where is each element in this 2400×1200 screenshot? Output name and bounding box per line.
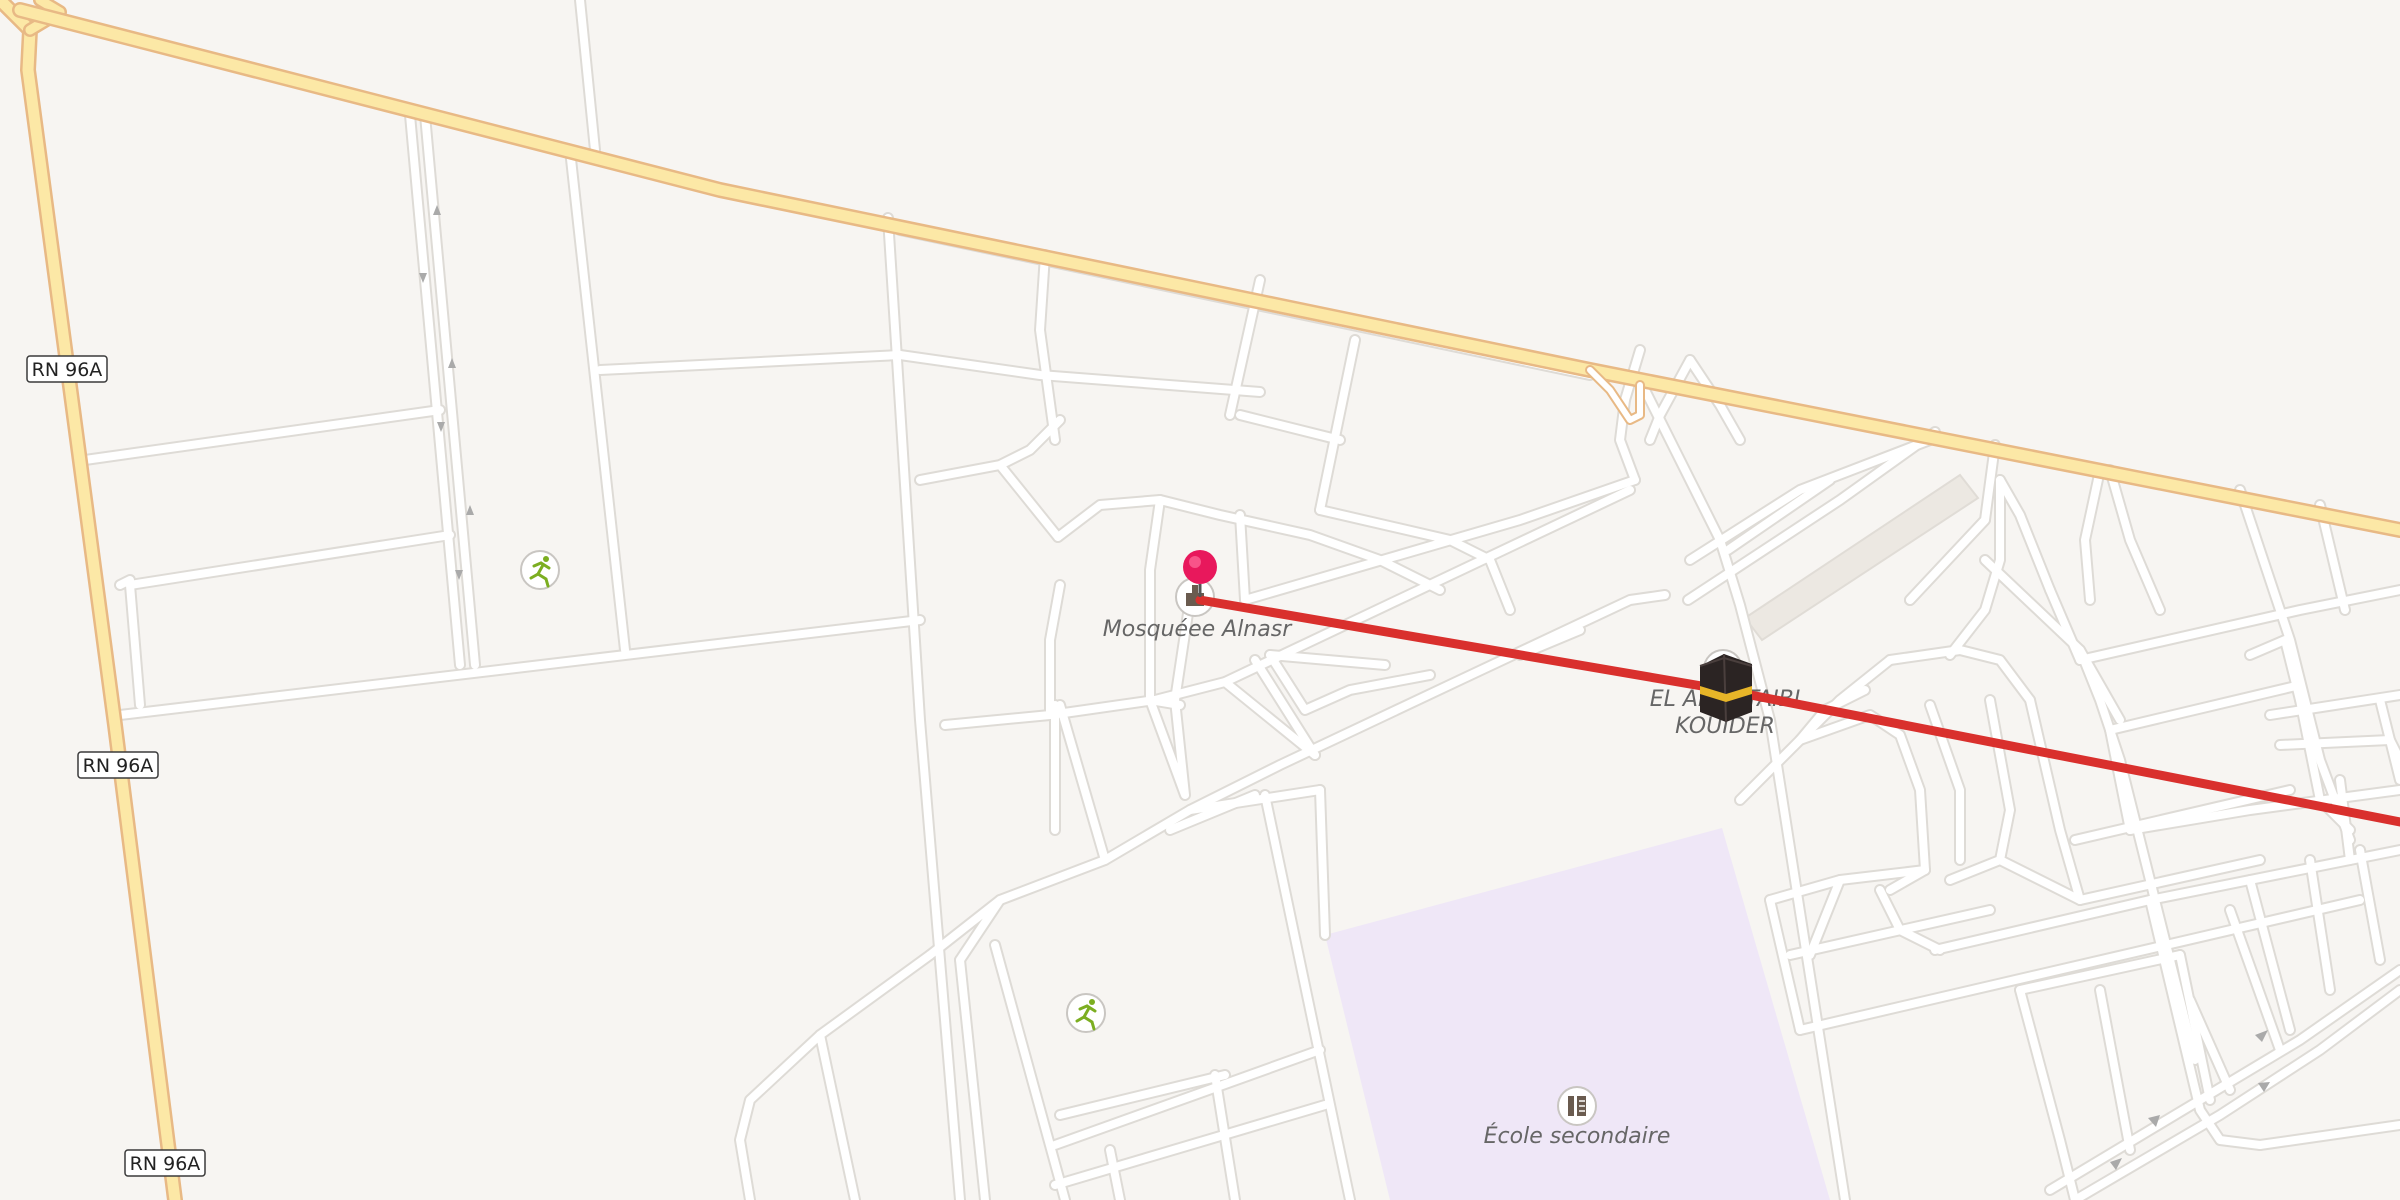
road-label-rn96a-3: RN 96A xyxy=(124,1149,206,1177)
map-canvas[interactable]: RN 96A RN 96A RN 96A Mosquéee Alnasr EL … xyxy=(0,0,2400,1200)
svg-text:RN 96A: RN 96A xyxy=(83,755,154,777)
road-label-rn96a-2: RN 96A xyxy=(77,751,159,779)
svg-text:RN 96A: RN 96A xyxy=(32,359,103,381)
poi-label-secondary-school: École secondaire xyxy=(1484,1123,1671,1149)
school-icon[interactable] xyxy=(1557,1086,1597,1126)
running-person-icon[interactable] xyxy=(520,550,560,590)
poi-label-mosque: Mosquéee Alnasr xyxy=(1103,617,1293,642)
road-label-rn96a-1: RN 96A xyxy=(26,355,108,383)
running-person-icon[interactable] xyxy=(1066,993,1106,1033)
svg-text:RN 96A: RN 96A xyxy=(130,1153,201,1175)
kaaba-icon[interactable] xyxy=(1699,653,1753,723)
